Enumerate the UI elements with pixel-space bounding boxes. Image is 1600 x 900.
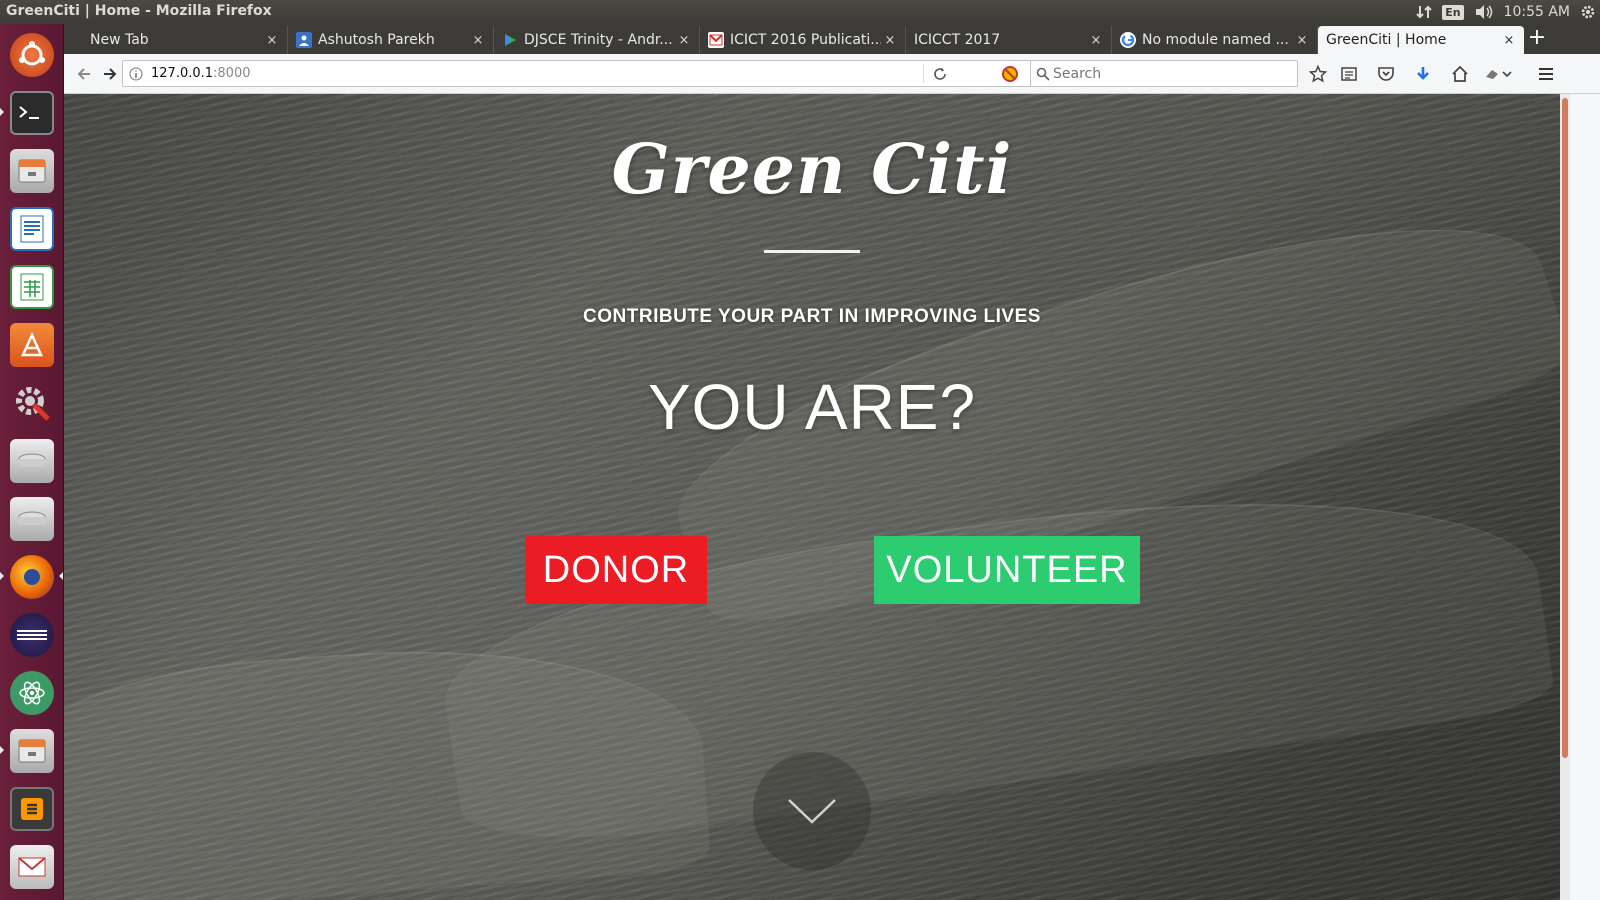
- chevron-down-icon: [788, 799, 836, 824]
- tab-djsce-trinity[interactable]: DJSCE Trinity - Andr... ×: [494, 26, 700, 54]
- disk-icon[interactable]: [7, 494, 57, 544]
- running-indicator: [0, 572, 4, 580]
- donor-button[interactable]: DONOR: [525, 536, 707, 604]
- tab-label: DJSCE Trinity - Andr...: [524, 32, 673, 48]
- back-icon[interactable]: [72, 62, 96, 86]
- tab-label: New Tab: [90, 32, 149, 48]
- writer-icon[interactable]: [7, 204, 57, 254]
- page-hero: Green Citi CONTRIBUTE YOUR PART IN IMPRO…: [64, 94, 1560, 900]
- url-text: 127.0.0.1:8000: [151, 66, 251, 81]
- tab-label: ICICT 2016 Publicati...: [730, 32, 881, 48]
- scroll-down-button[interactable]: [753, 752, 871, 870]
- focused-indicator: [59, 572, 63, 580]
- hamburger-menu-icon[interactable]: [1535, 63, 1557, 85]
- tab-label: No module named ...: [1142, 32, 1289, 48]
- downloads-icon[interactable]: [1412, 63, 1434, 85]
- tab-strip: New Tab × Ashutosh Parekh × DJSCE Trinit…: [64, 24, 1600, 54]
- page-scrollbar[interactable]: [1560, 94, 1570, 900]
- top-panel: GreenCiti | Home - Mozilla Firefox En 10…: [0, 0, 1600, 24]
- google-play-icon: [502, 32, 518, 48]
- url-bar[interactable]: 127.0.0.1:8000: [122, 60, 1052, 87]
- system-tray: En 10:55 AM: [1416, 2, 1596, 22]
- running-indicator: [0, 746, 4, 754]
- mail-notifier-icon[interactable]: [7, 842, 57, 892]
- url-port: :8000: [213, 66, 251, 81]
- network-icon[interactable]: [1416, 4, 1432, 20]
- tagline: CONTRIBUTE YOUR PART IN IMPROVING LIVES: [583, 306, 1041, 327]
- disk-icon[interactable]: [7, 436, 57, 486]
- addon-block-icon[interactable]: [999, 63, 1021, 85]
- firefox-icon[interactable]: [7, 552, 57, 602]
- files-icon[interactable]: [7, 726, 57, 776]
- search-bar[interactable]: [1030, 60, 1298, 87]
- sublime-text-icon[interactable]: [7, 784, 57, 834]
- tab-close-icon[interactable]: ×: [881, 33, 899, 48]
- extension-menu-icon[interactable]: [1482, 63, 1514, 85]
- tab-label: GreenCiti | Home: [1326, 32, 1447, 48]
- tab-close-icon[interactable]: ×: [263, 33, 281, 48]
- tab-label: ICICCT 2017: [914, 32, 1001, 48]
- tab-close-icon[interactable]: ×: [469, 33, 487, 48]
- tab-close-icon[interactable]: ×: [1500, 33, 1518, 48]
- system-settings-icon[interactable]: [7, 378, 57, 428]
- volunteer-button[interactable]: VOLUNTEER: [874, 536, 1140, 604]
- pocket-icon[interactable]: [1375, 63, 1397, 85]
- running-indicator: [0, 108, 4, 116]
- ubuntu-dash-icon[interactable]: [7, 30, 57, 80]
- gmail-icon: [708, 32, 724, 48]
- tab-close-icon[interactable]: ×: [1087, 33, 1105, 48]
- tab-ashutosh-parekh[interactable]: Ashutosh Parekh ×: [288, 26, 494, 54]
- new-tab-button[interactable]: +: [1525, 27, 1549, 50]
- search-icon: [1036, 66, 1050, 85]
- search-input[interactable]: [1053, 64, 1283, 84]
- forward-icon[interactable]: [98, 62, 122, 86]
- tab-close-icon[interactable]: ×: [675, 33, 693, 48]
- user-profile-icon: [296, 32, 312, 48]
- scrollbar-thumb[interactable]: [1562, 98, 1568, 758]
- home-icon[interactable]: [1449, 63, 1471, 85]
- tab-label: Ashutosh Parekh: [318, 32, 435, 48]
- terminal-icon[interactable]: [7, 88, 57, 138]
- brand-logo: Green Citi: [611, 130, 1013, 210]
- url-divider: [923, 64, 924, 83]
- reload-icon[interactable]: [933, 66, 947, 85]
- tab-icicct-2017[interactable]: ICICCT 2017 ×: [906, 26, 1112, 54]
- google-icon: [1120, 32, 1136, 48]
- launcher: [0, 24, 64, 900]
- site-info-icon[interactable]: [129, 66, 143, 85]
- reading-list-icon[interactable]: [1338, 63, 1360, 85]
- window-edge: [1570, 94, 1600, 900]
- clock[interactable]: 10:55 AM: [1504, 4, 1570, 20]
- files-icon[interactable]: [7, 146, 57, 196]
- calc-icon[interactable]: [7, 262, 57, 312]
- tab-icict-2016[interactable]: ICICT 2016 Publicati... ×: [700, 26, 906, 54]
- tab-greenciti-home[interactable]: GreenCiti | Home ×: [1318, 26, 1524, 54]
- url-host: 127.0.0.1: [151, 66, 214, 81]
- tab-new-tab[interactable]: New Tab ×: [82, 26, 288, 54]
- bookmark-star-icon[interactable]: [1307, 63, 1329, 85]
- role-question: YOU ARE?: [647, 371, 977, 443]
- tab-close-icon[interactable]: ×: [1293, 33, 1311, 48]
- atom-icon[interactable]: [7, 668, 57, 718]
- navigation-bar: 127.0.0.1:8000: [64, 54, 1600, 94]
- keyboard-language-indicator[interactable]: En: [1442, 4, 1464, 20]
- window-title: GreenCiti | Home - Mozilla Firefox: [6, 3, 272, 19]
- logo-divider: [764, 250, 860, 253]
- tab-no-module-named[interactable]: No module named ... ×: [1112, 26, 1318, 54]
- eclipse-icon[interactable]: [7, 610, 57, 660]
- settings-gear-icon[interactable]: [1580, 4, 1596, 20]
- volume-icon[interactable]: [1474, 4, 1494, 20]
- software-center-icon[interactable]: [7, 320, 57, 370]
